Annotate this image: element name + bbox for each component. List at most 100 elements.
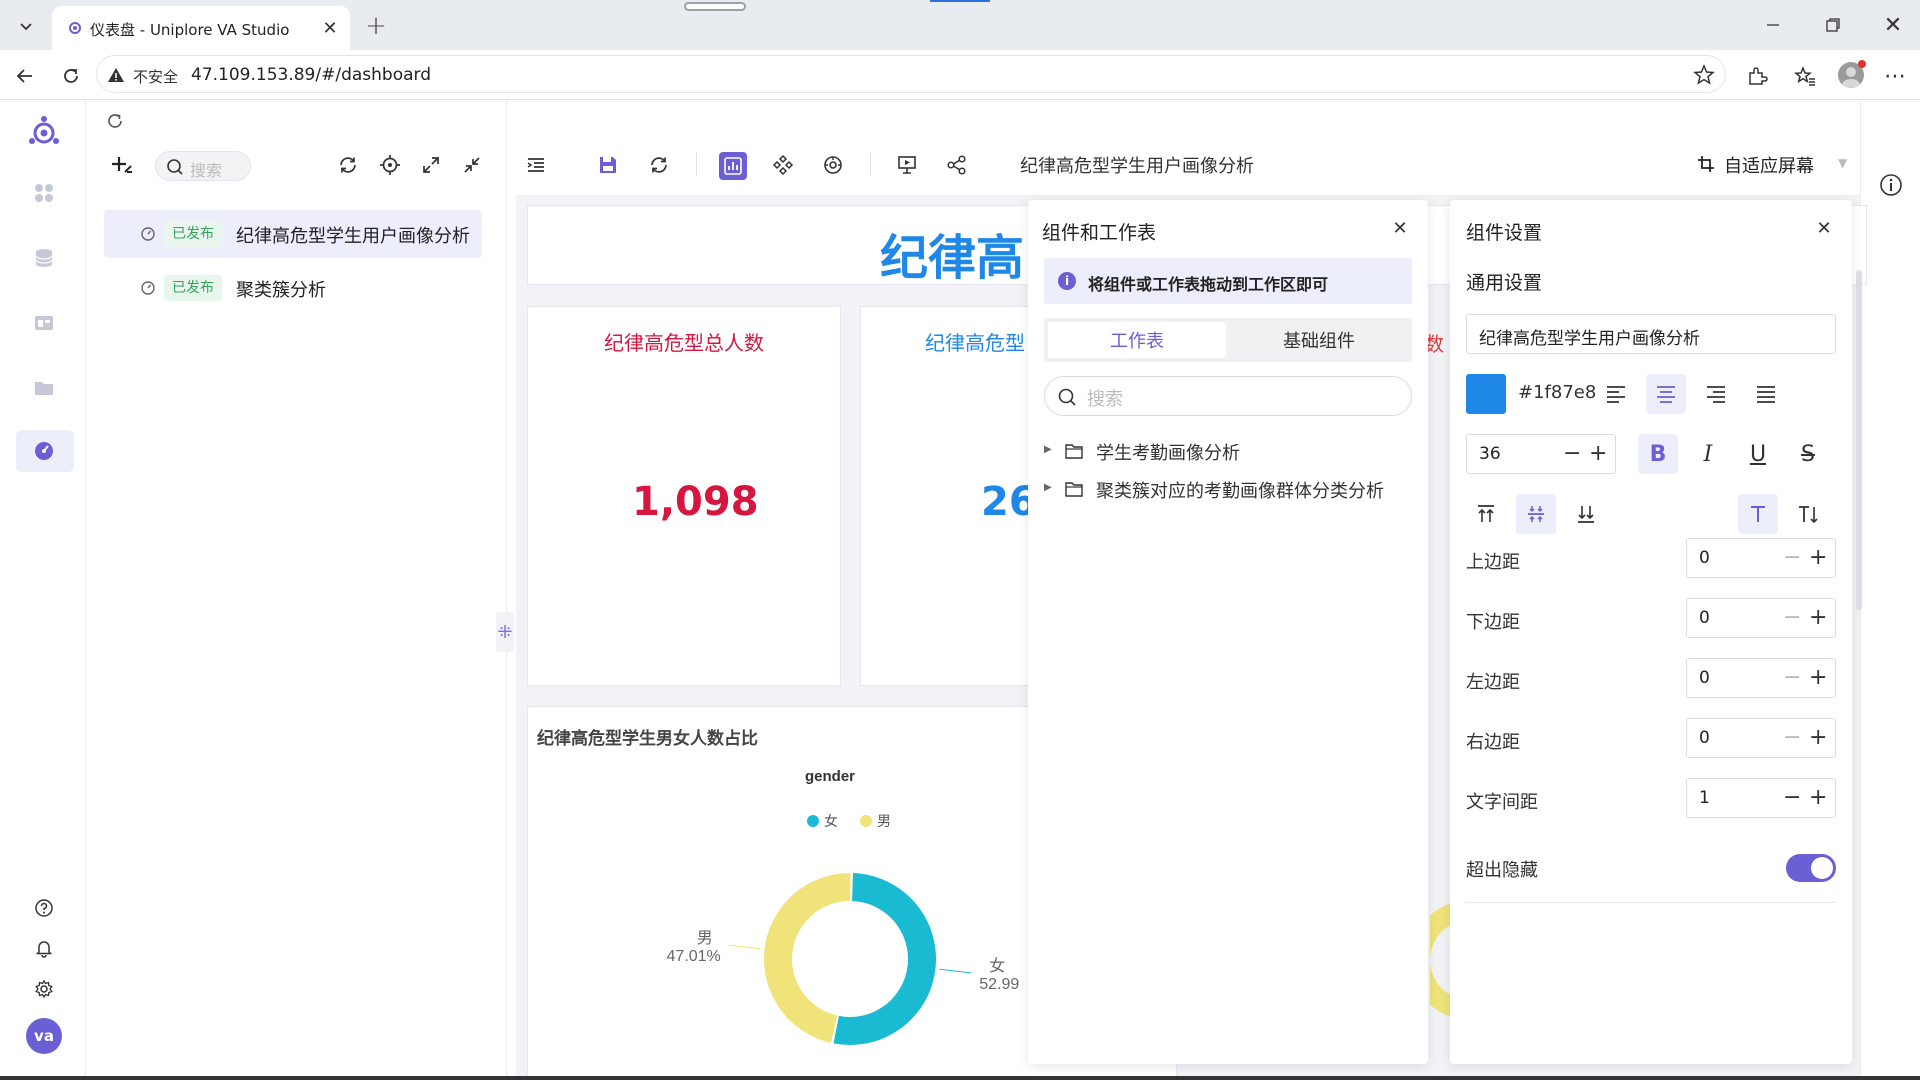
increment-icon[interactable]: + xyxy=(1809,545,1827,570)
close-icon[interactable]: ✕ xyxy=(1388,216,1412,240)
color-hex-value[interactable]: #1f87e8 xyxy=(1518,382,1596,403)
margin-left-stepper[interactable]: 0 − + xyxy=(1686,658,1836,698)
margin-top-value[interactable]: 0 xyxy=(1699,548,1710,568)
valign-bottom-icon[interactable] xyxy=(1566,494,1606,534)
settings-scrollbar[interactable] xyxy=(1856,270,1862,610)
align-right-icon[interactable] xyxy=(1696,374,1736,414)
reload-icon[interactable] xyxy=(58,63,84,89)
tab-close-icon[interactable]: ✕ xyxy=(320,18,340,39)
preview-icon[interactable] xyxy=(894,152,920,178)
decrement-icon[interactable]: − xyxy=(1783,545,1801,570)
valign-middle-icon[interactable] xyxy=(1516,494,1556,534)
bold-icon[interactable]: B xyxy=(1638,434,1678,474)
increment-icon[interactable]: + xyxy=(1809,785,1827,810)
strikethrough-icon[interactable]: S xyxy=(1788,434,1828,474)
crop-fit-icon[interactable] xyxy=(1696,154,1716,174)
window-close-icon[interactable]: ✕ xyxy=(1880,12,1906,38)
help-icon[interactable] xyxy=(31,895,57,921)
overflow-hidden-toggle[interactable] xyxy=(1786,854,1836,882)
margin-right-stepper[interactable]: 0 − + xyxy=(1686,718,1836,758)
apps-grid-icon[interactable] xyxy=(31,180,57,206)
dashboard-list-item[interactable]: 已发布 纪律高危型学生用户画像分析 xyxy=(104,210,482,258)
window-drag-handle[interactable] xyxy=(684,2,746,11)
align-center-icon[interactable] xyxy=(1646,374,1686,414)
url-text[interactable]: 47.109.153.89/#/dashboard xyxy=(191,65,431,85)
settings-gear-icon[interactable] xyxy=(31,976,57,1002)
refresh-data-icon[interactable] xyxy=(646,152,672,178)
tree-item-folder[interactable]: ▶ 聚类簇对应的考勤画像群体分类分析 xyxy=(1044,474,1412,504)
theme-palette-icon[interactable] xyxy=(820,152,846,178)
align-left-icon[interactable] xyxy=(1596,374,1636,414)
outline-icon[interactable] xyxy=(523,152,549,178)
increment-icon[interactable]: + xyxy=(1809,665,1827,690)
app-logo-icon[interactable] xyxy=(24,113,64,153)
chevron-down-icon[interactable]: ▼ xyxy=(1838,156,1847,170)
browser-menu-icon[interactable]: ⋯ xyxy=(1882,63,1908,89)
window-minimize-icon[interactable] xyxy=(1760,12,1786,38)
component-diamond-icon[interactable] xyxy=(770,152,796,178)
underline-icon[interactable]: U xyxy=(1738,434,1778,474)
insecure-label[interactable]: 不安全 xyxy=(133,66,178,87)
tree-item-folder[interactable]: ▶ 学生考勤画像分析 xyxy=(1044,436,1412,466)
font-size-stepper[interactable]: 36 − + xyxy=(1466,434,1616,474)
dashboard-search-input[interactable]: 搜索 xyxy=(155,151,251,181)
valign-top-icon[interactable] xyxy=(1466,494,1506,534)
bookmark-star-icon[interactable] xyxy=(1693,64,1715,86)
kpi-card[interactable]: 纪律高危型总人数 1,098 xyxy=(527,306,841,686)
letter-spacing-stepper[interactable]: 1 − + xyxy=(1686,778,1836,818)
folder-icon[interactable] xyxy=(31,375,57,401)
window-restore-icon[interactable] xyxy=(1820,12,1846,38)
caret-right-icon[interactable]: ▶ xyxy=(1044,444,1052,455)
text-vertical-icon[interactable] xyxy=(1788,494,1828,534)
margin-left-value[interactable]: 0 xyxy=(1699,668,1710,688)
favorites-icon[interactable] xyxy=(1792,63,1818,89)
fit-screen-select[interactable]: 自适应屏幕 xyxy=(1724,152,1814,178)
tab-basic-components[interactable]: 基础组件 xyxy=(1230,322,1408,358)
worksheet-icon[interactable] xyxy=(31,310,57,336)
align-justify-icon[interactable] xyxy=(1746,374,1786,414)
font-size-value[interactable]: 36 xyxy=(1479,444,1501,464)
margin-right-value[interactable]: 0 xyxy=(1699,728,1710,748)
margin-top-stepper[interactable]: 0 − + xyxy=(1686,538,1836,578)
decrement-icon[interactable]: − xyxy=(1783,785,1801,810)
text-horizontal-icon[interactable] xyxy=(1738,494,1778,534)
locate-icon[interactable] xyxy=(377,152,403,178)
user-avatar[interactable]: va xyxy=(26,1018,62,1054)
chart-components-icon[interactable] xyxy=(719,152,747,180)
margin-bottom-value[interactable]: 0 xyxy=(1699,608,1710,628)
database-icon[interactable] xyxy=(31,245,57,271)
decrement-icon[interactable]: − xyxy=(1783,605,1801,630)
increment-icon[interactable]: + xyxy=(1809,605,1827,630)
dashboard-gauge-icon[interactable] xyxy=(31,438,57,464)
worksheet-search-input[interactable]: 搜索 xyxy=(1044,376,1412,416)
save-icon[interactable] xyxy=(595,152,621,178)
splitter-drag-handle-icon[interactable]: ⁜ xyxy=(496,612,514,652)
close-icon[interactable]: ✕ xyxy=(1812,216,1836,240)
decrement-icon[interactable]: − xyxy=(1783,665,1801,690)
decrement-icon[interactable]: − xyxy=(1783,725,1801,750)
collapse-icon[interactable] xyxy=(459,152,485,178)
url-field[interactable]: 不安全 47.109.153.89/#/dashboard xyxy=(96,55,1726,93)
color-swatch[interactable] xyxy=(1466,374,1506,414)
warning-icon[interactable] xyxy=(107,66,125,84)
letter-spacing-value[interactable]: 1 xyxy=(1699,788,1710,808)
refresh-icon[interactable] xyxy=(104,110,126,132)
info-icon[interactable] xyxy=(1878,172,1904,198)
increment-icon[interactable]: + xyxy=(1809,725,1827,750)
decrement-icon[interactable]: − xyxy=(1563,441,1581,466)
extensions-icon[interactable] xyxy=(1744,63,1770,89)
italic-icon[interactable]: I xyxy=(1688,434,1728,474)
new-tab-icon[interactable]: + xyxy=(362,11,390,41)
caret-right-icon[interactable]: ▶ xyxy=(1044,482,1052,493)
notification-bell-icon[interactable] xyxy=(31,935,57,961)
back-icon[interactable] xyxy=(12,63,38,89)
share-icon[interactable] xyxy=(944,152,970,178)
increment-icon[interactable]: + xyxy=(1589,441,1607,466)
tab-list-dropdown-icon[interactable] xyxy=(12,12,40,40)
title-text-input[interactable]: 纪律高危型学生用户画像分析 xyxy=(1466,314,1836,354)
add-dashboard-icon[interactable] xyxy=(108,152,134,178)
margin-bottom-stepper[interactable]: 0 − + xyxy=(1686,598,1836,638)
expand-icon[interactable] xyxy=(418,152,444,178)
sync-icon[interactable] xyxy=(335,152,361,178)
dashboard-list-item[interactable]: 已发布 聚类簇分析 xyxy=(104,264,482,312)
